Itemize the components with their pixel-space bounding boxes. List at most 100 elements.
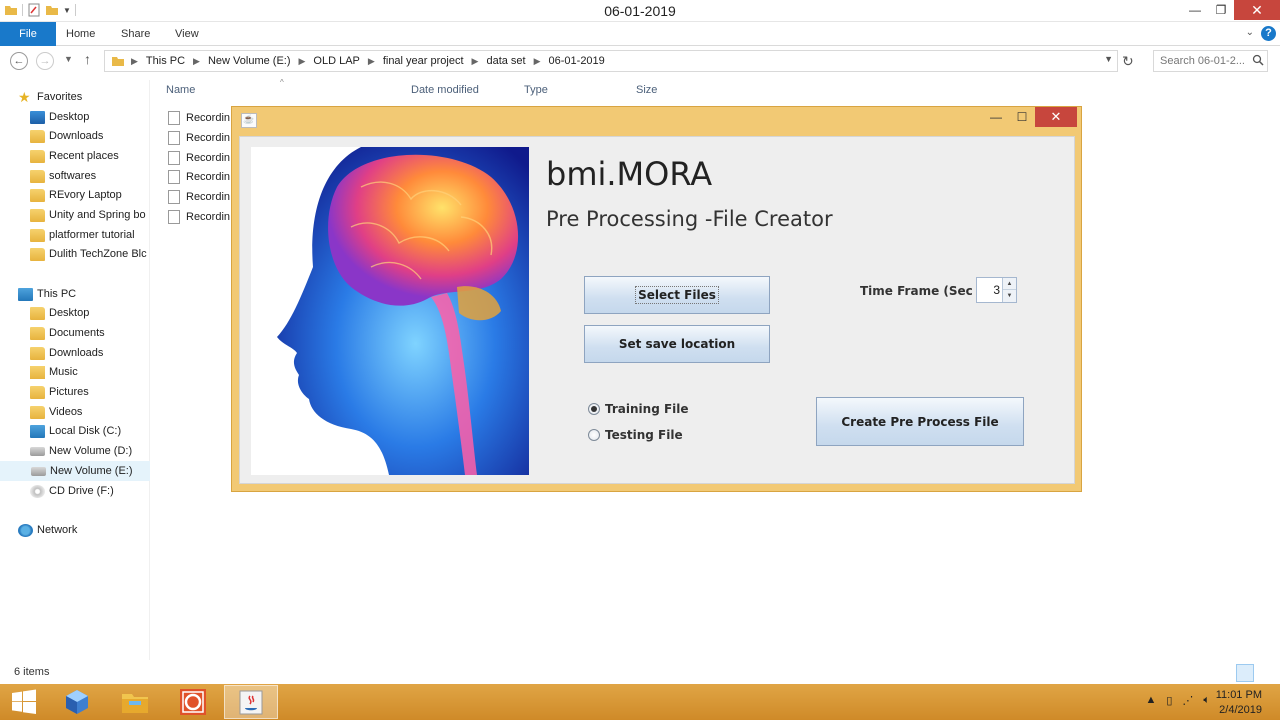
nav-pc-cd-drive[interactable]: CD Drive (F:)	[0, 481, 150, 501]
dialog-minimize-button[interactable]: —	[983, 107, 1009, 127]
navigation-pane: ★ Favorites Desktop Downloads Recent plac…	[0, 80, 150, 660]
close-button[interactable]: ✕	[1234, 0, 1280, 20]
folder-icon	[30, 247, 45, 261]
start-button[interactable]	[0, 685, 48, 719]
music-folder-icon	[30, 365, 45, 379]
chevron-right-icon[interactable]: ▶	[299, 56, 306, 67]
large-icons-view-button[interactable]	[1257, 664, 1275, 682]
nav-pc-documents[interactable]: Documents	[0, 323, 150, 343]
nav-fav-downloads[interactable]: Downloads	[0, 126, 150, 146]
nav-fav-unity[interactable]: Unity and Spring bo	[0, 205, 150, 225]
details-view-button[interactable]	[1236, 664, 1254, 682]
nav-pc-downloads[interactable]: Downloads	[0, 343, 150, 363]
pictures-folder-icon	[30, 385, 45, 399]
file-row[interactable]: Recordin	[168, 128, 230, 147]
nav-pc-pictures[interactable]: Pictures	[0, 382, 150, 402]
nav-label: Desktop	[49, 111, 90, 123]
crumb-new-volume[interactable]: New Volume (E:)	[208, 55, 291, 67]
refresh-icon[interactable]: ↻	[1122, 53, 1134, 70]
show-hidden-icons-icon[interactable]: ▲	[1145, 694, 1156, 707]
ribbon-expand-icon[interactable]: ⌄	[1246, 27, 1254, 38]
recent-locations-icon[interactable]: ▼	[64, 54, 73, 64]
volume-icon[interactable]: 🔈︎	[1203, 694, 1210, 707]
create-preprocess-file-button[interactable]: Create Pre Process File	[816, 397, 1024, 446]
nav-pc-music[interactable]: Music	[0, 362, 150, 382]
testing-file-radio[interactable]: Testing File	[588, 428, 683, 442]
minimize-button[interactable]: —	[1182, 0, 1208, 20]
spinner-up-icon[interactable]: ▲	[1003, 278, 1016, 290]
crumb-data-set[interactable]: data set	[486, 55, 525, 67]
status-bar: 6 items	[0, 662, 1280, 684]
address-dropdown-icon[interactable]: ▼	[1104, 54, 1113, 64]
clock[interactable]: 11:01 PM 2/4/2019	[1216, 688, 1262, 718]
nav-fav-desktop[interactable]: Desktop	[0, 107, 150, 127]
taskbar-recorder-app[interactable]	[166, 685, 220, 719]
dialog-close-button[interactable]: ✕	[1035, 107, 1077, 127]
crumb-current-folder[interactable]: 06-01-2019	[549, 55, 605, 67]
column-header-date[interactable]: Date modified	[411, 84, 479, 96]
spinner-down-icon[interactable]: ▼	[1003, 290, 1016, 302]
column-header-size[interactable]: Size	[636, 84, 657, 96]
crumb-this-pc[interactable]: This PC	[146, 55, 185, 67]
search-input[interactable]: Search 06-01-2...	[1153, 50, 1268, 72]
taskbar-3d-app[interactable]	[50, 685, 104, 719]
taskbar-file-explorer[interactable]	[108, 685, 162, 719]
file-row[interactable]: Recordin	[168, 167, 230, 186]
nav-pc-desktop[interactable]: Desktop	[0, 303, 150, 323]
tab-view[interactable]: View	[175, 22, 199, 46]
create-button-label: Create Pre Process File	[841, 414, 999, 429]
nav-favorites[interactable]: ★ Favorites	[0, 87, 150, 107]
file-icon	[168, 209, 180, 224]
nav-pc-local-disk-c[interactable]: Local Disk (C:)	[0, 421, 150, 441]
help-icon[interactable]: ?	[1261, 26, 1276, 41]
file-row[interactable]: Recordin	[168, 207, 230, 226]
chevron-right-icon[interactable]: ▶	[193, 56, 200, 67]
nav-fav-revory[interactable]: REvory Laptop	[0, 185, 150, 205]
chevron-right-icon[interactable]: ▶	[368, 56, 375, 67]
nav-fav-dulith[interactable]: Dulith TechZone Blc	[0, 244, 150, 264]
crumb-final-year-project[interactable]: final year project	[383, 55, 464, 67]
crumb-old-lap[interactable]: OLD LAP	[313, 55, 359, 67]
forward-button[interactable]: →	[36, 52, 54, 70]
radio-selected-icon[interactable]	[588, 403, 600, 415]
select-files-button[interactable]: Select Files	[584, 276, 770, 314]
up-button[interactable]: ↑	[84, 51, 91, 67]
nav-fav-recent[interactable]: Recent places	[0, 146, 150, 166]
file-row[interactable]: Recordin	[168, 187, 230, 206]
chevron-right-icon[interactable]: ▶	[472, 56, 479, 67]
taskbar-java-app[interactable]	[224, 685, 278, 719]
column-header-type[interactable]: Type	[524, 84, 548, 96]
file-row[interactable]: Recordin	[168, 148, 230, 167]
network-status-icon[interactable]: ⋰	[1182, 694, 1193, 707]
time-frame-spinner[interactable]: 3 ▲ ▼	[976, 277, 1017, 303]
address-bar[interactable]: ▶ This PC ▶ New Volume (E:) ▶ OLD LAP ▶ …	[104, 50, 1118, 72]
dialog-content: bmi.MORA Pre Processing -File Creator Se…	[239, 136, 1075, 484]
restore-button[interactable]: ❐	[1208, 0, 1234, 20]
nav-this-pc[interactable]: This PC	[0, 284, 150, 304]
training-file-radio[interactable]: Training File	[588, 402, 689, 416]
nav-fav-softwares[interactable]: softwares	[0, 166, 150, 186]
file-row[interactable]: Recordin	[168, 108, 230, 127]
set-save-location-button[interactable]: Set save location	[584, 325, 770, 363]
tab-home[interactable]: Home	[66, 22, 95, 46]
back-button[interactable]: ←	[10, 52, 28, 70]
chevron-right-icon[interactable]: ▶	[131, 56, 138, 67]
training-file-label: Training File	[605, 402, 689, 416]
documents-folder-icon	[30, 326, 45, 340]
tab-file[interactable]: File	[0, 22, 56, 46]
nav-fav-platformer[interactable]: platformer tutorial	[0, 225, 150, 245]
tab-share[interactable]: Share	[121, 22, 150, 46]
chevron-right-icon[interactable]: ▶	[534, 56, 541, 67]
folder-icon	[112, 57, 124, 66]
time-frame-value[interactable]: 3	[993, 283, 1000, 297]
star-icon: ★	[18, 88, 31, 105]
column-header-name[interactable]: Name	[166, 84, 195, 96]
power-icon[interactable]: ▯	[1166, 694, 1172, 707]
address-row: ← → ▼ ↑ ▶ This PC ▶ New Volume (E:) ▶ OL…	[0, 46, 1280, 76]
nav-pc-volume-e[interactable]: New Volume (E:)	[0, 461, 150, 481]
nav-pc-videos[interactable]: Videos	[0, 402, 150, 422]
dialog-maximize-button[interactable]: ☐	[1009, 107, 1035, 127]
radio-unselected-icon[interactable]	[588, 429, 600, 441]
nav-pc-volume-d[interactable]: New Volume (D:)	[0, 441, 150, 461]
nav-network[interactable]: Network	[0, 520, 150, 540]
